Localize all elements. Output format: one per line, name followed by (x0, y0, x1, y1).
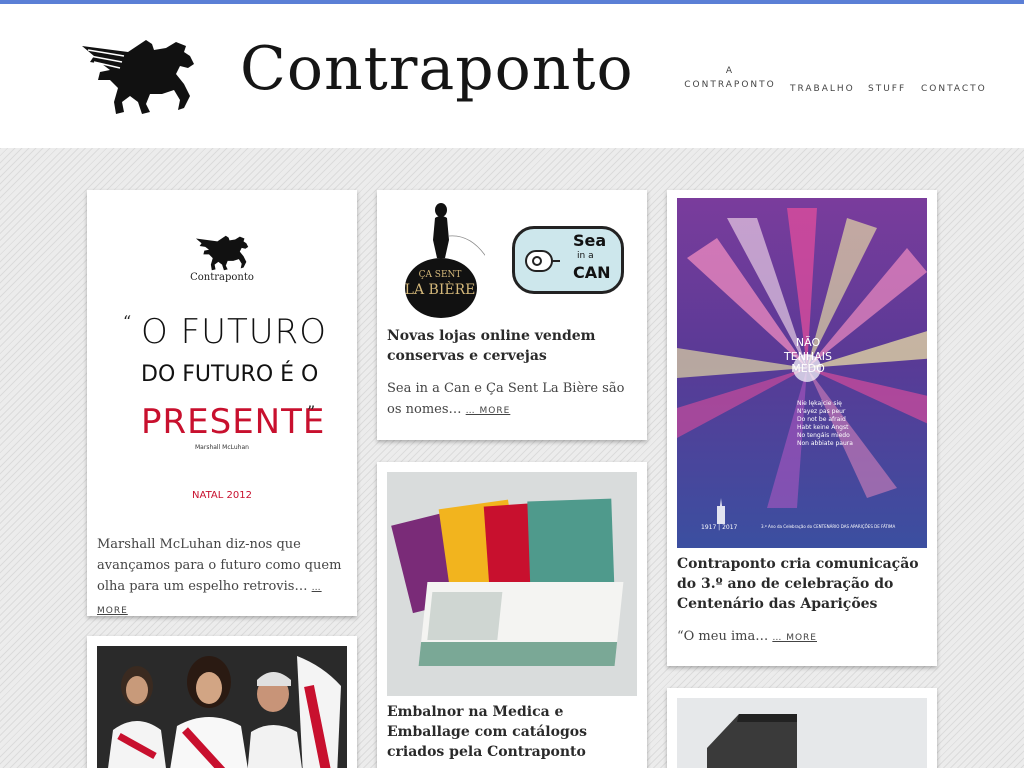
sea-logo-line2: in a (577, 251, 594, 261)
post-image-fatima-poster[interactable]: NÃO TENHAIS MEDO Nie lękajcie się N'ayez… (677, 198, 927, 548)
spread-band (418, 642, 618, 666)
poster-brand: Contraponto (190, 272, 254, 283)
poster-griffin-icon (195, 235, 249, 271)
read-more-link[interactable]: … MORE (466, 406, 511, 416)
nav-item-a-contraponto[interactable]: A CONTRAPONTO (684, 64, 776, 92)
post-title[interactable]: Novas lojas online vendem conservas e ce… (387, 326, 639, 366)
post-card-lojas-online[interactable]: ÇA SENT LA BIÈRE Sea in a CAN Novas loja… (377, 190, 647, 440)
poster-line1: O FUTURO (141, 312, 328, 352)
poster-translation: Do not be afraid (797, 416, 846, 423)
nav-item-trabalho[interactable]: TRABALHO (790, 82, 855, 96)
post-card-embalnor[interactable]: Embalnor na Medica e Emballage com catál… (377, 462, 647, 768)
post-title[interactable]: Embalnor na Medica e Emballage com catál… (387, 702, 639, 762)
poster-line2: DO FUTURO É O (141, 362, 319, 387)
beer-logo-line2: LA BIÈRE (404, 282, 476, 298)
post-excerpt-text: Marshall McLuhan diz-nos que avançamos p… (97, 537, 342, 594)
poster-title-line3: MEDO (791, 362, 825, 375)
post-card-building[interactable] (667, 688, 937, 768)
sanctuary-icon (717, 498, 725, 524)
post-title[interactable]: Contraponto cria comunicação do 3.º ano … (677, 554, 929, 614)
poster-line3: PRESENTE (141, 402, 326, 442)
post-excerpt: Marshall McLuhan diz-nos que avançamos p… (97, 534, 349, 622)
post-image-catalogs[interactable] (387, 472, 637, 696)
poster-translations: Nie lękajcie się N'ayez pas peur Do not … (797, 400, 853, 448)
posts-grid: Contraponto “ O FUTURO DO FUTURO É O PRE… (0, 148, 1024, 768)
read-more-link[interactable]: … MORE (772, 633, 817, 643)
nav-a-line1: A (725, 66, 735, 76)
main-nav: A CONTRAPONTO TRABALHO STUFF CONTACTO (680, 64, 1000, 104)
post-card-team-photo[interactable] (87, 636, 357, 768)
post-card-fatima[interactable]: NÃO TENHAIS MEDO Nie lękajcie się N'ayez… (667, 190, 937, 666)
site-header: Contraponto A CONTRAPONTO TRABALHO STUFF… (0, 4, 1024, 148)
poster-years: 1917 | 2017 (701, 524, 738, 531)
poster-quote-open: “ (123, 312, 132, 331)
post-excerpt-text: “O meu ima… (677, 629, 769, 644)
post-image-building[interactable] (677, 698, 927, 768)
poster-author: Marshall McLuhan (195, 444, 249, 451)
team-photo-figures (108, 656, 341, 768)
sea-logo-line3: CAN (573, 263, 611, 282)
sea-logo-line1: Sea (573, 231, 607, 250)
post-image-lojas[interactable]: ÇA SENT LA BIÈRE Sea in a CAN (387, 200, 637, 320)
spread-photo (427, 592, 503, 640)
poster-translation: Non abbiate paura (797, 440, 853, 447)
poster-translation: Nie lękajcie się (797, 400, 842, 407)
poster-footer: NATAL 2012 (192, 490, 252, 501)
post-image-futuro-poster[interactable]: Contraponto “ O FUTURO DO FUTURO É O PRE… (97, 200, 347, 530)
nav-item-stuff[interactable]: STUFF (868, 82, 906, 96)
poster-title-line1: NÃO (795, 336, 821, 349)
building-shape (707, 714, 797, 768)
poster-translation: N'ayez pas peur (797, 408, 846, 415)
poster-quote-close: ” (307, 402, 316, 421)
post-excerpt: “O meu ima… … MORE (677, 626, 929, 649)
post-image-team[interactable] (97, 646, 347, 768)
post-excerpt: Sea in a Can e Ça Sent La Bière são os n… (387, 378, 639, 422)
sea-in-a-can-logo: Sea in a CAN (512, 226, 624, 294)
beer-logo-line1: ÇA SENT (418, 270, 462, 280)
site-title[interactable]: Contraponto (240, 34, 634, 104)
can-key-icon (525, 250, 560, 272)
manneken-pis-icon (405, 203, 485, 318)
poster-caption: 3.º Ano da Celebração do CENTENÁRIO DAS … (761, 524, 896, 529)
poster-translation: No tengáis miedo (797, 432, 850, 439)
nav-item-contacto[interactable]: CONTACTO (921, 82, 987, 96)
post-card-futuro[interactable]: Contraponto “ O FUTURO DO FUTURO É O PRE… (87, 190, 357, 616)
griffin-logo-icon[interactable] (80, 38, 200, 116)
catalog-open-spread (418, 582, 624, 666)
nav-a-line2: CONTRAPONTO (684, 80, 776, 90)
poster-translation: Habt keine Angst (797, 424, 849, 431)
